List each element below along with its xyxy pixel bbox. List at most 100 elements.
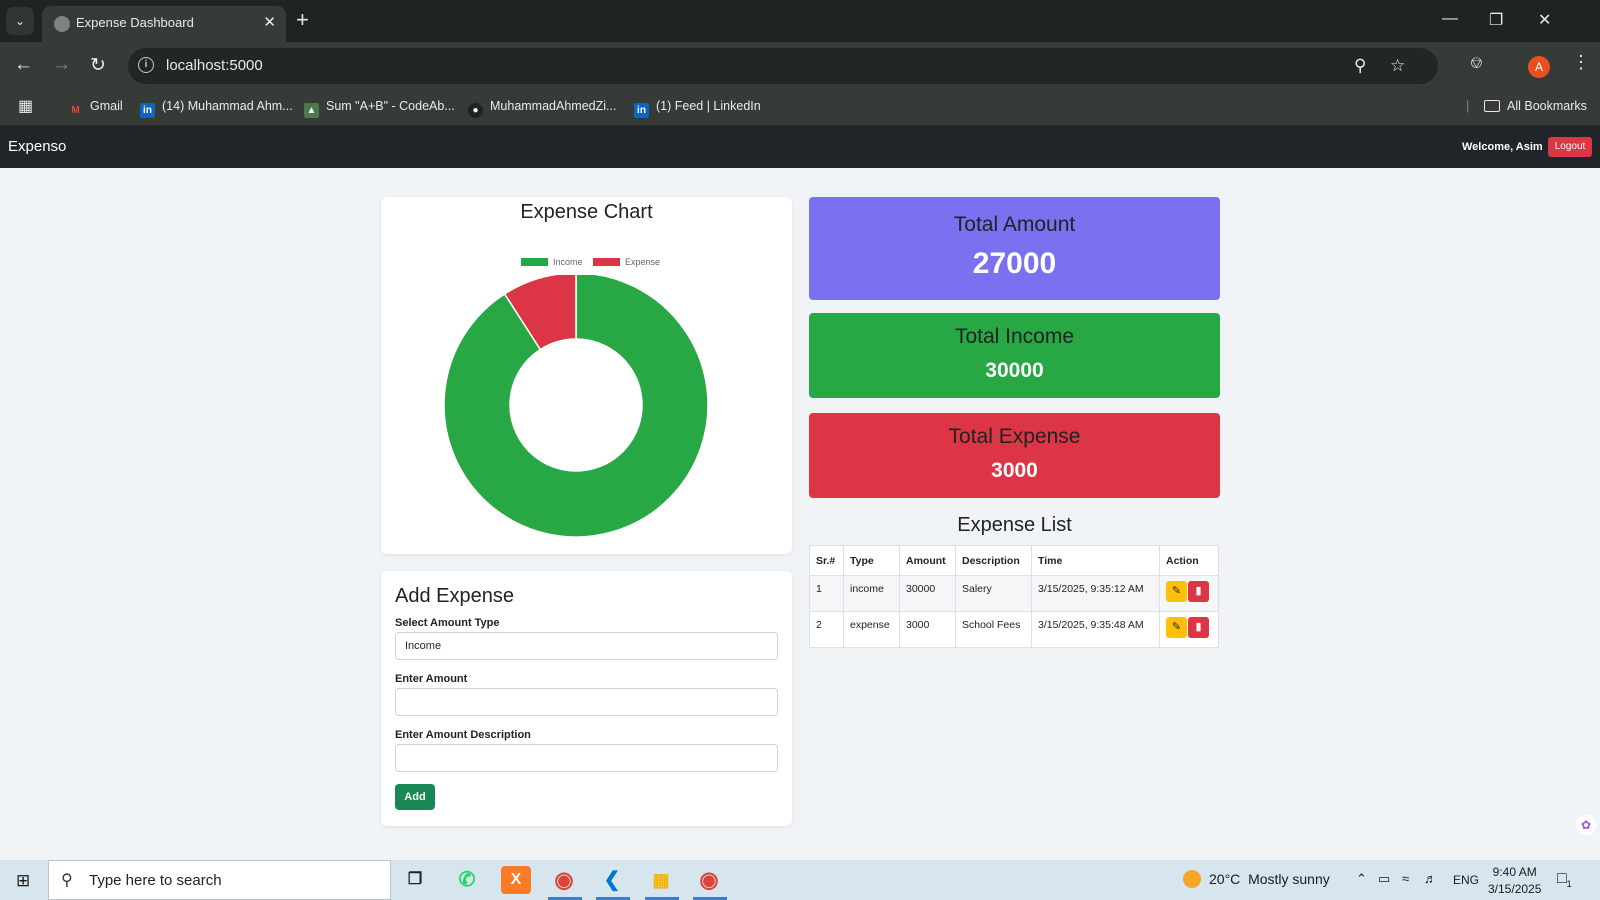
- bookmark-github[interactable]: ● MuhammadAhmedZi...: [468, 99, 616, 118]
- back-icon[interactable]: ←: [14, 54, 33, 76]
- search-icon: ⚲: [61, 872, 73, 889]
- type-label: Select Amount Type: [395, 617, 500, 629]
- volume-icon[interactable]: ♬: [1424, 871, 1437, 886]
- forward-icon[interactable]: →: [52, 54, 71, 76]
- weather-temp: 20°C: [1209, 871, 1241, 887]
- bookmark-label: Sum "A+B" - CodeAb...: [326, 99, 455, 113]
- total-amount-label: Total Amount: [953, 213, 1076, 236]
- battery-icon[interactable]: ▭: [1378, 871, 1390, 887]
- bookmark-codeabbey[interactable]: ▲ Sum "A+B" - CodeAb...: [304, 99, 455, 118]
- legend-label-expense[interactable]: Expense: [625, 257, 660, 267]
- address-bar[interactable]: i localhost:5000 ⚲ ☆: [128, 48, 1438, 84]
- chrome-icon[interactable]: ◉: [549, 866, 579, 894]
- total-amount-value: 27000: [972, 247, 1057, 280]
- trash-icon[interactable]: ▮: [1188, 581, 1209, 602]
- zoom-icon[interactable]: ⚲: [1354, 56, 1366, 76]
- github-icon: ●: [468, 103, 483, 118]
- bookmark-linkedin-feed[interactable]: in (1) Feed | LinkedIn: [634, 99, 761, 118]
- cell-description: School Fees: [955, 611, 1032, 648]
- bookmark-star-icon[interactable]: ☆: [1390, 56, 1405, 76]
- window-close-icon[interactable]: ✕: [1538, 10, 1551, 30]
- close-tab-icon[interactable]: ✕: [263, 13, 276, 31]
- edit-icon[interactable]: ✎: [1166, 617, 1187, 638]
- bookmark-label: (14) Muhammad Ahm...: [162, 99, 293, 113]
- cell-time: 3/15/2025, 9:35:12 AM: [1031, 575, 1160, 612]
- chevron-up-icon[interactable]: ⌃: [1356, 871, 1367, 887]
- bookmark-linkedin-profile[interactable]: in (14) Muhammad Ahm...: [140, 99, 293, 118]
- total-expense-card: Total Expense 3000: [809, 413, 1220, 498]
- total-income-card: Total Income 30000: [809, 313, 1220, 398]
- copilot-icon[interactable]: ✿: [1576, 815, 1596, 835]
- linkedin-icon: in: [140, 103, 155, 118]
- language-indicator[interactable]: ENG: [1453, 873, 1479, 887]
- tab-title: Expense Dashboard: [76, 15, 194, 30]
- amount-input[interactable]: [395, 688, 778, 716]
- reload-icon[interactable]: ↻: [90, 54, 106, 77]
- new-tab-button[interactable]: +: [296, 9, 309, 31]
- doughnut-chart: [443, 275, 709, 538]
- bookmarks-bar: ▦ M Gmail in (14) Muhammad Ahm... ▲ Sum "A+…: [0, 90, 1600, 126]
- form-title: Add Expense: [395, 585, 514, 607]
- globe-icon: [54, 16, 70, 32]
- bookmark-label: Gmail: [90, 99, 123, 113]
- whatsapp-icon[interactable]: ✆: [452, 866, 482, 894]
- cell-amount: 3000: [899, 611, 956, 648]
- chart-legend: Income Expense: [381, 257, 792, 267]
- weather-widget[interactable]: 20°C Mostly sunny: [1183, 870, 1330, 888]
- task-view-icon[interactable]: ❐: [400, 866, 430, 894]
- browser-tab[interactable]: Expense Dashboard ✕: [42, 6, 286, 42]
- notification-icon[interactable]: □1: [1557, 870, 1572, 889]
- add-expense-card: Add Expense Select Amount Type Income En…: [381, 571, 792, 826]
- browser-tabbar: ⌄ Expense Dashboard ✕ + — ❐ ✕: [0, 0, 1600, 42]
- app-brand[interactable]: Expenso: [8, 138, 66, 155]
- bookmarks-divider: |: [1466, 99, 1470, 113]
- column-header: Type: [843, 545, 900, 576]
- column-header: Sr.#: [809, 545, 844, 576]
- browser-menu-icon[interactable]: ⋮: [1572, 52, 1590, 73]
- gmail-icon: M: [71, 105, 80, 116]
- vscode-icon[interactable]: ❮: [597, 866, 627, 894]
- apps-grid-icon[interactable]: ▦: [18, 96, 33, 116]
- tab-search-button[interactable]: ⌄: [6, 7, 34, 35]
- bookmark-label: (1) Feed | LinkedIn: [656, 99, 761, 113]
- all-bookmarks-button[interactable]: All Bookmarks: [1484, 99, 1587, 113]
- site-info-icon[interactable]: i: [138, 57, 154, 73]
- table-row: 1 income 30000 Salery 3/15/2025, 9:35:12…: [809, 575, 1219, 612]
- add-button[interactable]: Add: [395, 784, 435, 810]
- browser-toolbar: ← → ↻ i localhost:5000 ⚲ ☆ ⎊ A ⋮: [0, 42, 1600, 90]
- expense-list-title: Expense List: [957, 514, 1072, 536]
- windows-start-icon[interactable]: ⊞: [16, 871, 30, 891]
- logout-button[interactable]: Logout: [1548, 137, 1592, 157]
- edit-icon[interactable]: ✎: [1166, 581, 1187, 602]
- xampp-icon[interactable]: X: [501, 866, 531, 894]
- cell-amount: 30000: [899, 575, 956, 612]
- clock-date: 3/15/2025: [1488, 882, 1542, 896]
- extensions-icon[interactable]: ⎊: [1470, 55, 1483, 73]
- cell-type: income: [843, 575, 900, 612]
- file-explorer-icon[interactable]: ▦: [646, 866, 676, 894]
- windows-taskbar: ⊞ ⚲ Type here to search ❐ ✆ X ◉ ❮ ▦ ◉ 20…: [0, 860, 1600, 900]
- restore-icon[interactable]: ❐: [1489, 10, 1503, 30]
- taskbar-search[interactable]: ⚲ Type here to search: [48, 860, 391, 900]
- system-clock[interactable]: 9:40 AM 3/15/2025: [1488, 864, 1541, 898]
- profile-avatar[interactable]: A: [1528, 56, 1550, 78]
- total-expense-value: 3000: [991, 459, 1038, 482]
- expense-table: Sr.# Type Amount Description Time Action…: [809, 545, 1219, 648]
- legend-label-income[interactable]: Income: [553, 257, 583, 267]
- description-label: Enter Amount Description: [395, 729, 531, 741]
- cell-action: ✎ ▮: [1159, 611, 1219, 648]
- description-input[interactable]: [395, 744, 778, 772]
- amount-type-select[interactable]: Income: [395, 632, 778, 660]
- expense-chart-card: Expense Chart Income Expense: [381, 197, 792, 554]
- notification-count: 1: [1566, 879, 1572, 890]
- trash-icon[interactable]: ▮: [1188, 617, 1209, 638]
- minimize-icon[interactable]: —: [1442, 10, 1458, 28]
- chrome-profile-icon[interactable]: ◉: [694, 866, 724, 894]
- legend-swatch-expense[interactable]: [593, 258, 620, 266]
- legend-swatch-income[interactable]: [520, 258, 548, 266]
- column-header: Description: [955, 545, 1032, 576]
- table-header-row: Sr.# Type Amount Description Time Action: [809, 545, 1219, 576]
- cell-type: expense: [843, 611, 900, 648]
- bookmark-gmail[interactable]: M Gmail: [68, 99, 123, 118]
- wifi-icon[interactable]: ≈: [1402, 871, 1409, 886]
